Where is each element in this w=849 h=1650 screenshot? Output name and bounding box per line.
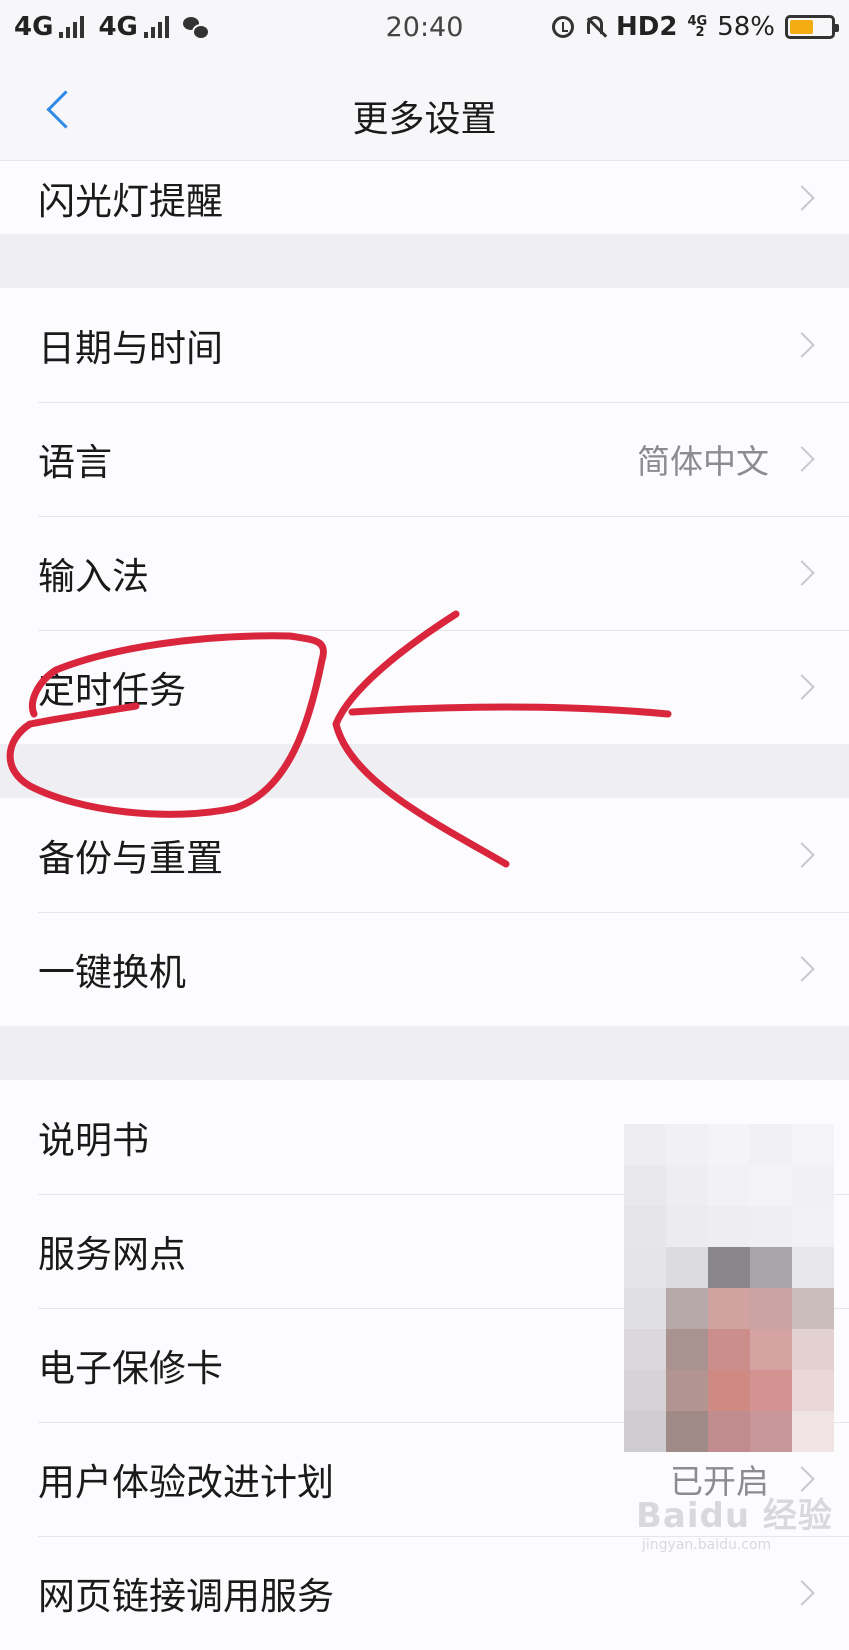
mosaic-tile — [750, 1370, 792, 1411]
mosaic-tile — [666, 1124, 708, 1165]
settings-row[interactable]: 一键换机 — [0, 912, 849, 1026]
row-value: 简体中文 — [637, 442, 769, 481]
mosaic-tile — [708, 1288, 750, 1329]
settings-row[interactable]: 网页链接调用服务 — [0, 1536, 849, 1650]
mosaic-tile — [624, 1124, 666, 1165]
battery-level-fill — [790, 20, 813, 34]
status-right: HD2 4G 2 58% — [552, 12, 839, 42]
watermark-logo: Baidu 经验 — [636, 1496, 833, 1536]
alarm-clock-icon — [552, 16, 575, 38]
group-divider — [0, 1026, 849, 1080]
battery-icon — [785, 15, 839, 39]
group-divider — [0, 744, 849, 798]
mosaic-tile — [624, 1370, 666, 1411]
status-bar: 4G 4G 20:40 HD2 4G 2 58% — [0, 0, 849, 60]
row-label: 日期与时间 — [38, 327, 223, 370]
row-label: 一键换机 — [38, 951, 186, 994]
settings-group: 日期与时间 语言 简体中文 输入法 定时任务 — [0, 288, 849, 744]
row-label: 用户体验改进计划 — [38, 1461, 334, 1504]
mosaic-tile — [792, 1370, 834, 1411]
row-label: 闪光灯提醒 — [38, 179, 223, 223]
mosaic-tile — [792, 1206, 834, 1247]
row-label: 网页链接调用服务 — [38, 1575, 334, 1618]
mosaic-tile — [624, 1288, 666, 1329]
settings-group: 闪光灯提醒 — [0, 161, 849, 234]
chevron-right-icon — [789, 332, 815, 358]
mosaic-tile — [750, 1247, 792, 1288]
title-bar: 更多设置 — [0, 60, 849, 161]
row-label: 输入法 — [38, 555, 149, 598]
mosaic-tile — [750, 1206, 792, 1247]
bell-muted-icon — [584, 15, 606, 39]
chevron-right-icon — [789, 560, 815, 586]
mosaic-tile — [708, 1124, 750, 1165]
mosaic-tile — [750, 1124, 792, 1165]
settings-row[interactable]: 备份与重置 — [0, 798, 849, 912]
mosaic-tile — [708, 1206, 750, 1247]
mosaic-tile — [792, 1247, 834, 1288]
mosaic-tile — [792, 1411, 834, 1452]
row-label: 说明书 — [38, 1119, 149, 1162]
mosaic-tile — [750, 1411, 792, 1452]
mosaic-tile — [624, 1206, 666, 1247]
mosaic-tile — [666, 1247, 708, 1288]
mosaic-tile — [666, 1206, 708, 1247]
settings-row[interactable]: 闪光灯提醒 — [0, 161, 849, 234]
mosaic-tile — [624, 1165, 666, 1206]
group-divider — [0, 234, 849, 288]
row-label: 备份与重置 — [38, 837, 223, 880]
mosaic-tile — [666, 1165, 708, 1206]
battery-percent: 58% — [717, 12, 775, 42]
chevron-right-icon — [789, 184, 815, 211]
network-small-label: 4G 2 — [687, 14, 708, 40]
settings-row[interactable]: 定时任务 — [0, 630, 849, 744]
mosaic-tile — [750, 1288, 792, 1329]
mosaic-tile — [666, 1288, 708, 1329]
hd-label: HD2 — [616, 12, 678, 42]
row-label: 定时任务 — [38, 669, 186, 712]
mosaic-tile — [666, 1329, 708, 1370]
mosaic-tile — [792, 1329, 834, 1370]
settings-row[interactable]: 日期与时间 — [0, 288, 849, 402]
settings-group: 备份与重置 一键换机 — [0, 798, 849, 1026]
row-label: 电子保修卡 — [38, 1347, 223, 1390]
mosaic-tile — [750, 1165, 792, 1206]
mosaic-tile — [708, 1411, 750, 1452]
settings-row[interactable]: 语言 简体中文 — [0, 402, 849, 516]
mosaic-tile — [750, 1329, 792, 1370]
watermark-url: jingyan.baidu.com — [642, 1537, 772, 1553]
chevron-right-icon — [789, 842, 815, 868]
mosaic-tile — [666, 1370, 708, 1411]
chevron-right-icon — [789, 446, 815, 472]
row-label: 服务网点 — [38, 1233, 186, 1276]
pixelated-mosaic — [624, 1124, 834, 1452]
watermark: Baidu 经验 jingyan.baidu.com — [636, 1488, 833, 1553]
mosaic-tile — [792, 1165, 834, 1206]
chevron-right-icon — [789, 674, 815, 700]
mosaic-tile — [708, 1329, 750, 1370]
mosaic-tile — [792, 1124, 834, 1165]
mosaic-tile — [624, 1247, 666, 1288]
page-title: 更多设置 — [352, 99, 497, 140]
settings-row[interactable]: 输入法 — [0, 516, 849, 630]
mosaic-tile — [624, 1411, 666, 1452]
mosaic-tile — [708, 1247, 750, 1288]
mosaic-tile — [792, 1288, 834, 1329]
chevron-right-icon — [789, 1580, 815, 1606]
mosaic-tile — [624, 1329, 666, 1370]
mosaic-tile — [666, 1411, 708, 1452]
chevron-right-icon — [789, 956, 815, 982]
row-label: 语言 — [38, 441, 112, 484]
mosaic-tile — [708, 1165, 750, 1206]
mosaic-tile — [708, 1370, 750, 1411]
